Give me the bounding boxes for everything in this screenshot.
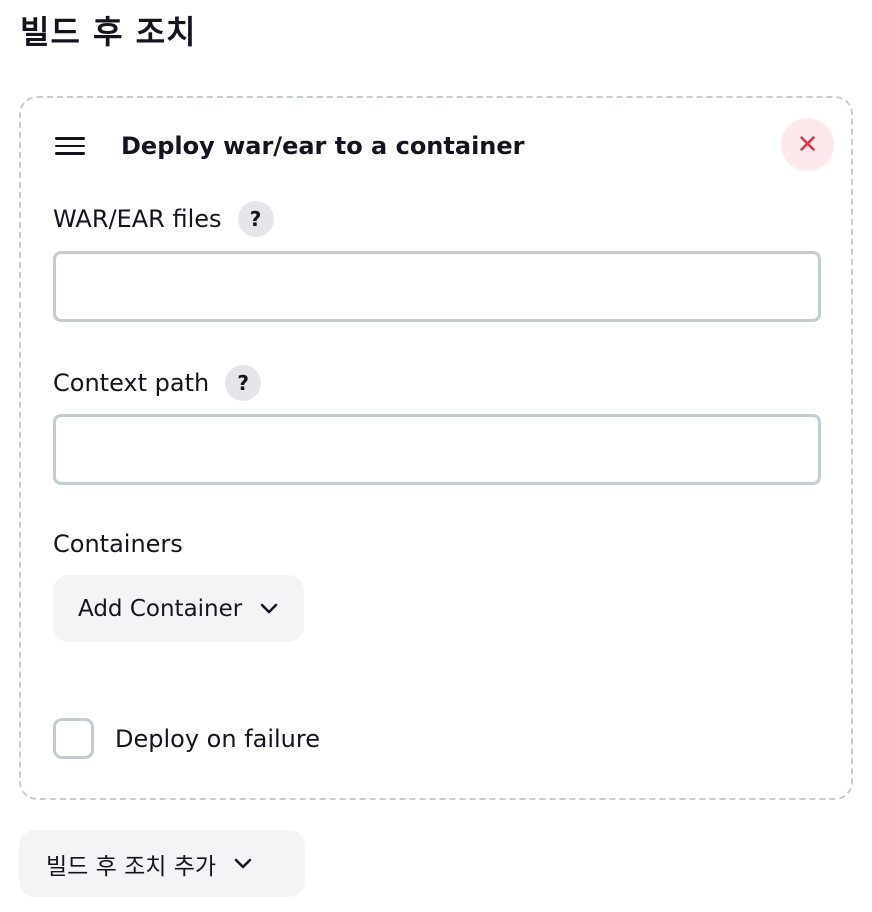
add-container-button[interactable]: Add Container: [53, 575, 304, 642]
add-post-build-action-label: 빌드 후 조치 추가: [46, 853, 217, 880]
help-icon[interactable]: ?: [237, 201, 274, 237]
war-files-label-row: WAR/EAR files ?: [53, 201, 274, 237]
section-title: 빌드 후 조치: [20, 13, 197, 51]
deploy-on-failure-checkbox[interactable]: [53, 718, 94, 759]
context-path-label: Context path: [53, 369, 210, 397]
chevron-down-icon: [234, 858, 252, 868]
help-icon[interactable]: ?: [225, 365, 262, 401]
context-path-input[interactable]: [53, 414, 821, 485]
deploy-on-failure-label: Deploy on failure: [115, 725, 320, 753]
close-button[interactable]: ✕: [781, 118, 834, 171]
war-files-label: WAR/EAR files: [53, 205, 222, 233]
context-path-label-row: Context path ?: [53, 365, 262, 401]
close-icon: ✕: [796, 129, 819, 160]
add-container-label: Add Container: [78, 595, 243, 622]
containers-label: Containers: [53, 530, 183, 558]
chevron-down-icon: [260, 603, 278, 613]
post-build-step-card: Deploy war/ear to a container ✕ WAR/EAR …: [19, 96, 853, 800]
hamburger-icon[interactable]: [55, 137, 85, 155]
card-title: Deploy war/ear to a container: [121, 132, 525, 160]
add-post-build-action-button[interactable]: 빌드 후 조치 추가: [19, 830, 305, 897]
war-files-input[interactable]: [53, 251, 821, 322]
